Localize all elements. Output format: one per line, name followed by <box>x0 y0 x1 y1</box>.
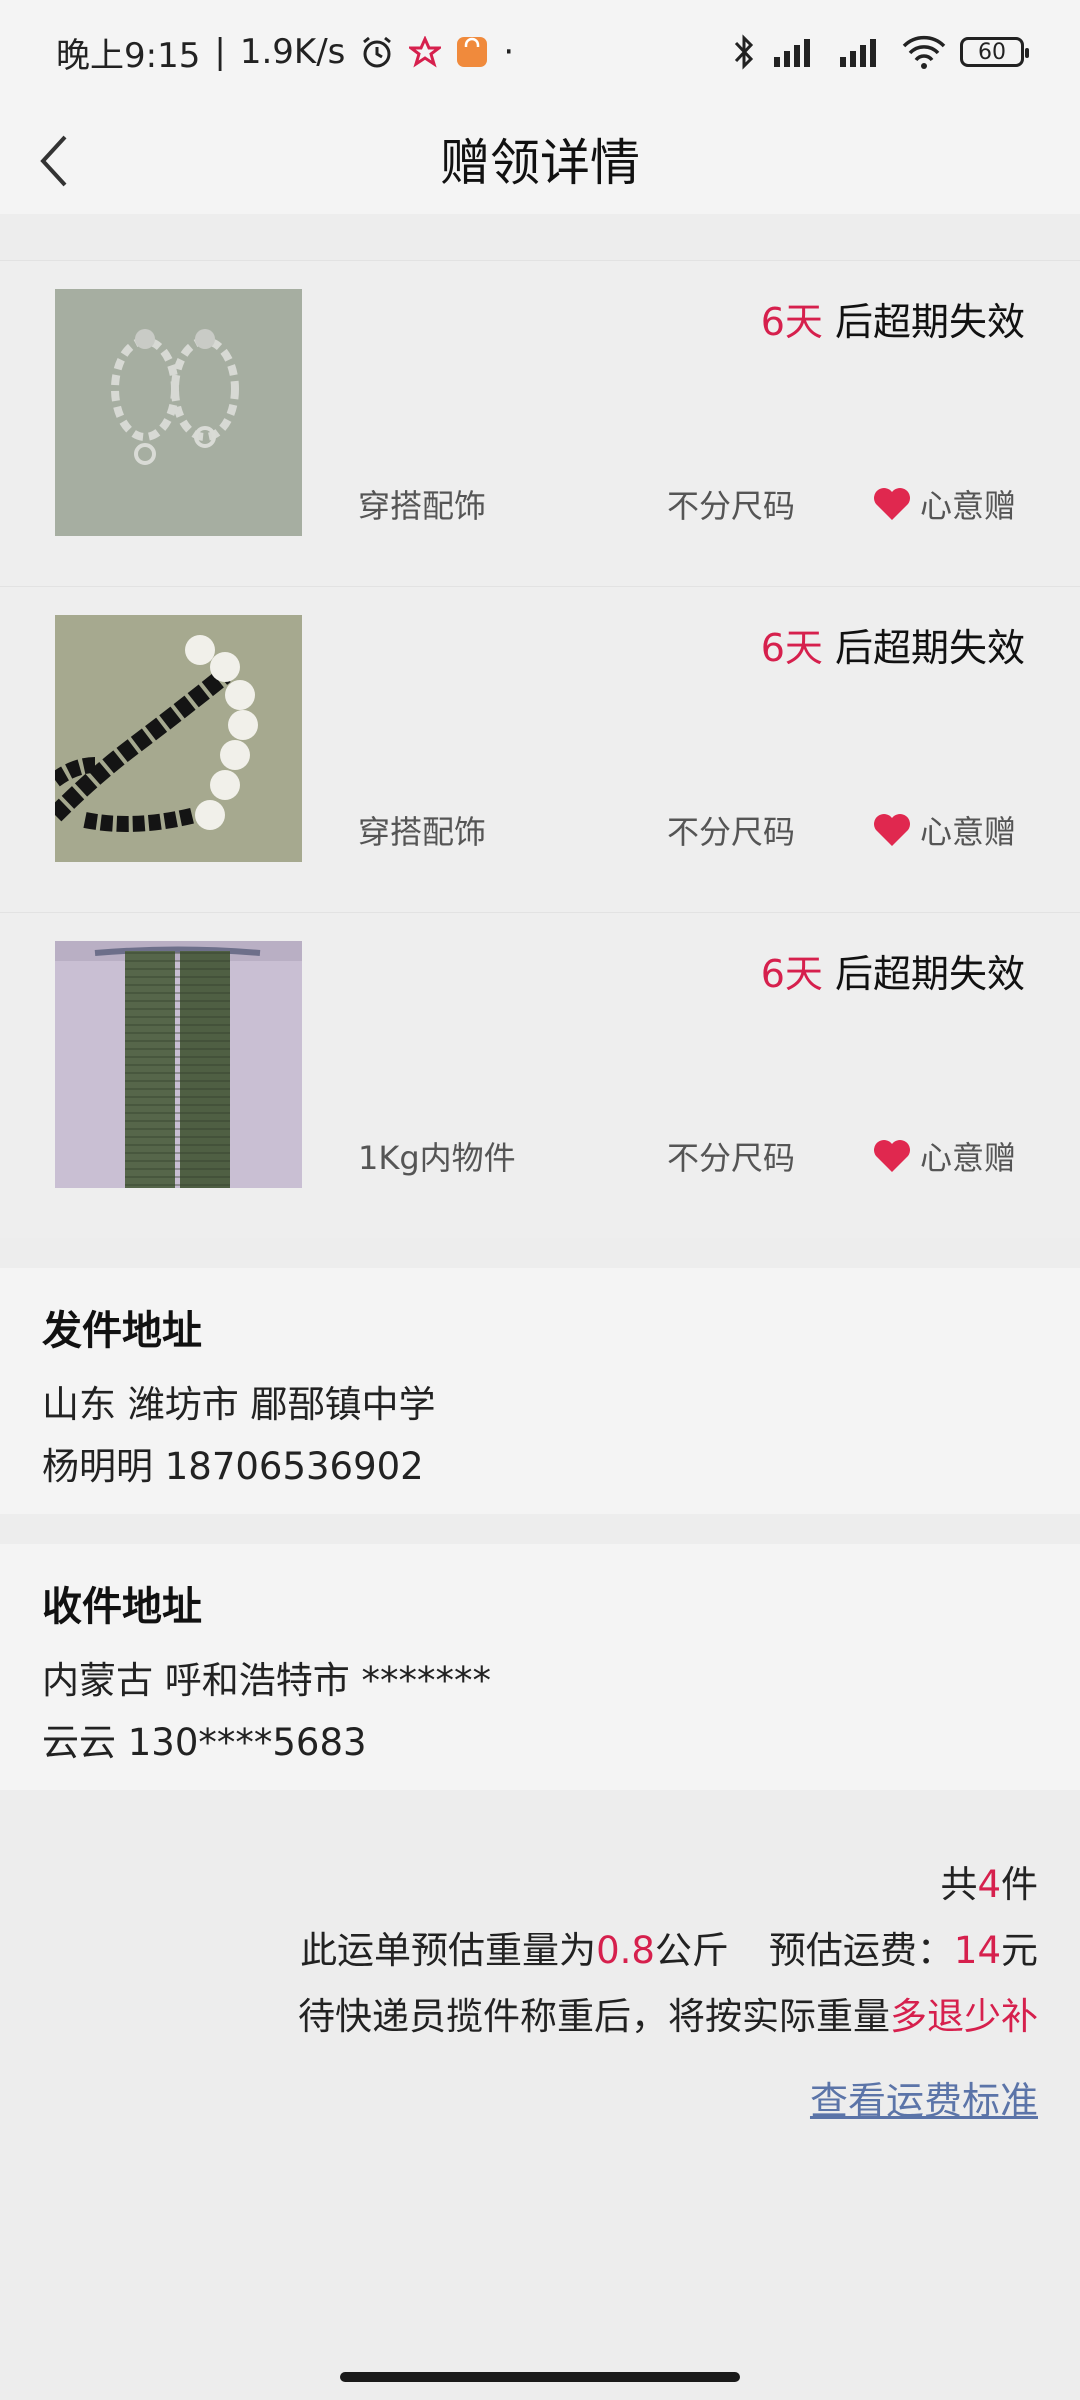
fee-label: 预估运费： <box>768 1929 954 1972</box>
receiver-heading: 收件地址 <box>42 1584 202 1630</box>
item-size: 不分尺码 <box>667 813 796 851</box>
wifi-icon <box>902 34 946 70</box>
sender-address-line: 山东 潍坊市 郿郚镇中学 <box>42 1383 436 1426</box>
receiver-address-line: 内蒙古 呼和浩特市 ******* <box>42 1659 492 1702</box>
gift-label: 心意赠 <box>920 813 1017 851</box>
item-image-earrings[interactable] <box>55 289 302 536</box>
weight-prefix: 此运单预估重量为 <box>300 1929 597 1972</box>
expire-days: 6天 <box>760 626 823 670</box>
note-emphasis: 多退少补 <box>890 1995 1038 2038</box>
home-indicator[interactable] <box>340 2372 740 2382</box>
gift-label: 心意赠 <box>920 487 1017 525</box>
sender-address: 发件地址 山东 潍坊市 郿郚镇中学 杨明明 18706536902 <box>0 1268 1080 1514</box>
gift-label: 心意赠 <box>920 1139 1017 1177</box>
sender-contact: 杨明明 18706536902 <box>42 1445 424 1488</box>
expire-suffix: 后超期失效 <box>822 626 1025 670</box>
item-size: 不分尺码 <box>667 487 796 525</box>
back-button[interactable] <box>20 126 90 196</box>
list-item[interactable]: 6天 后超期失效 穿搭配饰 不分尺码 心意赠 <box>0 586 1080 912</box>
shipping-standard-link[interactable]: 查看运费标准 <box>810 2070 1038 2125</box>
expire-text: 6天 后超期失效 <box>761 943 1025 998</box>
page-title: 赠领详情 <box>440 134 640 192</box>
count-prefix: 共 <box>940 1863 978 1906</box>
count-suffix: 件 <box>1001 1863 1038 1906</box>
expire-text: 6天 后超期失效 <box>761 617 1025 672</box>
item-count: 共4件 <box>298 1852 1038 1918</box>
item-category: 穿搭配饰 <box>358 813 487 851</box>
item-category: 穿搭配饰 <box>358 487 487 525</box>
status-time: 晚上9:15 <box>56 35 201 76</box>
item-size: 不分尺码 <box>667 1139 796 1177</box>
list-item[interactable]: 6天 后超期失效 1Kg内物件 不分尺码 心意赠 <box>0 912 1080 1238</box>
heart-icon <box>874 1140 910 1172</box>
item-category: 1Kg内物件 <box>358 1139 516 1177</box>
refund-note: 待快递员揽件称重后，将按实际重量多退少补 <box>298 1984 1038 2050</box>
status-left: 晚上9:15 | 1.9K/s · <box>56 28 514 77</box>
gift-type: 心意赠 <box>872 807 1016 853</box>
status-speed: 1.9K/s <box>239 32 346 72</box>
item-image-bracelet[interactable] <box>48 615 302 862</box>
receiver-contact: 云云 130****5683 <box>42 1721 367 1764</box>
back-icon <box>40 135 67 187</box>
count-value: 4 <box>977 1863 1001 1906</box>
shipping-summary: 共4件 此运单预估重量为0.8公斤 预估运费：14元 待快递员揽件称重后，将按实际… <box>298 1852 1038 2050</box>
fee-value: 14 <box>953 1929 1001 1972</box>
battery-level: 60 <box>978 39 1006 65</box>
expire-days: 6天 <box>760 952 823 996</box>
battery-icon: 60 <box>960 37 1029 67</box>
status-bar: 晚上9:15 | 1.9K/s · 60 <box>0 0 1080 104</box>
weight-fee-line: 此运单预估重量为0.8公斤 预估运费：14元 <box>298 1918 1038 1984</box>
status-dot: · <box>503 32 515 72</box>
list-item[interactable]: 6天 后超期失效 穿搭配饰 不分尺码 心意赠 <box>0 260 1080 586</box>
alarm-icon <box>359 34 395 70</box>
heart-icon <box>874 488 910 520</box>
expire-text: 6天 后超期失效 <box>761 291 1025 346</box>
bluetooth-icon <box>732 33 756 71</box>
expire-suffix: 后超期失效 <box>822 952 1025 996</box>
receiver-address: 收件地址 内蒙古 呼和浩特市 ******* 云云 130****5683 <box>0 1544 1080 1790</box>
item-list: 6天 后超期失效 穿搭配饰 不分尺码 心意赠 6天 后超期失效 穿搭配饰 不分尺… <box>0 260 1080 1238</box>
gift-type: 心意赠 <box>872 481 1016 527</box>
weight-value: 0.8 <box>596 1929 655 1972</box>
app-icon <box>455 35 489 69</box>
weight-unit: 公斤 <box>654 1929 729 1972</box>
gift-type: 心意赠 <box>872 1133 1016 1179</box>
sender-heading: 发件地址 <box>42 1308 202 1354</box>
status-right: 60 <box>732 33 1029 71</box>
status-divider: | <box>214 32 226 72</box>
star-icon <box>409 36 442 68</box>
expire-days: 6天 <box>760 300 823 344</box>
note-text: 待快递员揽件称重后，将按实际重量 <box>298 1995 890 2038</box>
signal-icon <box>836 33 888 71</box>
expire-suffix: 后超期失效 <box>822 300 1025 344</box>
nav-bar: 赠领详情 <box>0 104 1080 214</box>
item-image-scarf[interactable] <box>55 941 302 1188</box>
fee-unit: 元 <box>1001 1929 1038 1972</box>
heart-icon <box>874 814 910 846</box>
signal-icon <box>770 33 822 71</box>
